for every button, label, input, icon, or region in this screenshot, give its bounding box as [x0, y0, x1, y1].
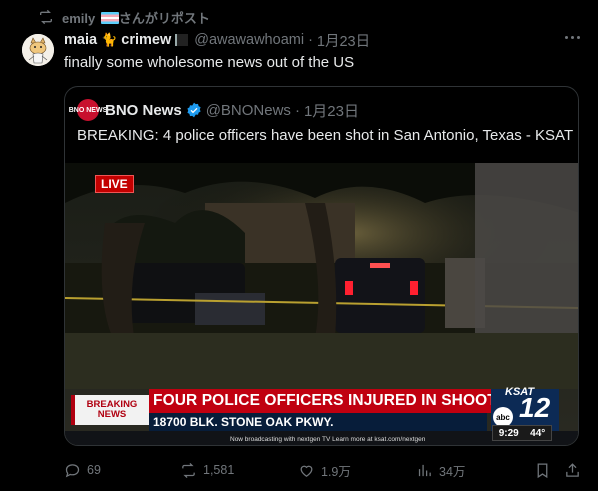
broadcast-time: 9:29 — [498, 427, 519, 439]
quote-header: BNO NEWS BNO News @BNONews · 1月23日 — [69, 99, 359, 121]
quote-tweet-card[interactable]: BNO NEWS BNO News @BNONews · 1月23日 BREAK… — [64, 86, 579, 446]
quote-separator: · — [294, 101, 300, 119]
display-name[interactable]: maia — [64, 32, 97, 48]
display-name-rest[interactable]: crimew — [121, 32, 171, 48]
cat-emoji: 🐈 — [101, 32, 118, 47]
like-button[interactable]: 1.9万 — [298, 460, 351, 480]
repost-button[interactable]: 1,581 — [180, 460, 234, 480]
quote-display-name[interactable]: BNO News — [105, 102, 182, 119]
repost-icon — [182, 462, 195, 478]
bookmark-icon — [537, 462, 548, 478]
avatar[interactable] — [22, 34, 54, 66]
broadcast-temp: 44° — [530, 427, 546, 439]
view-count: 34万 — [439, 464, 466, 479]
news-video-thumbnail[interactable]: LIVE BREAKING NEWS FOUR POLICE OFFICERS … — [65, 163, 578, 445]
repost-suffix: さんがリポスト — [118, 10, 210, 26]
handle[interactable]: @awawawhoami — [194, 32, 304, 48]
share-button[interactable] — [564, 460, 581, 480]
live-badge: LIVE — [95, 175, 134, 193]
network-logo: abc — [493, 407, 513, 427]
repost-count: 1,581 — [203, 463, 235, 477]
quote-handle[interactable]: @BNONews — [206, 102, 291, 119]
quote-date[interactable]: 1月23日 — [304, 100, 359, 121]
quote-text: BREAKING: 4 police officers have been sh… — [77, 127, 574, 144]
verified-badge-icon — [187, 102, 201, 118]
separator: · — [308, 32, 313, 48]
news-chyron: BREAKING NEWS FOUR POLICE OFFICERS INJUR… — [65, 386, 578, 431]
tweet-header: maia 🐈 crimew @awawawhoami · 1月23日 — [64, 30, 578, 50]
bookmark-button[interactable] — [534, 460, 551, 480]
time-temp-box: 9:29 44° — [492, 425, 552, 441]
repost-user[interactable]: emily — [62, 11, 95, 26]
quote-avatar[interactable]: BNO NEWS — [69, 99, 107, 121]
like-count: 1.9万 — [321, 464, 351, 479]
tweet-text: finally some wholesome news out of the U… — [64, 54, 355, 71]
tweet-date[interactable]: 1月23日 — [317, 30, 370, 51]
repost-indicator[interactable]: emily さんがリポスト — [38, 8, 210, 26]
reply-count: 69 — [87, 463, 101, 477]
chyron-subline: 18700 BLK. STONE OAK PKWY. — [149, 413, 487, 431]
chyron-headline: FOUR POLICE OFFICERS INJURED IN SHOOTING — [149, 389, 525, 413]
views-button[interactable]: 34万 — [416, 460, 465, 480]
views-icon — [418, 464, 431, 476]
more-options-icon[interactable] — [565, 36, 580, 39]
reply-button[interactable]: 69 — [64, 460, 101, 480]
flag-icon — [175, 34, 189, 46]
share-icon — [566, 462, 579, 477]
reply-icon — [65, 463, 80, 477]
trans-flag-icon — [100, 11, 119, 24]
breaking-news-label: BREAKING NEWS — [71, 395, 149, 425]
station-big: 12 — [519, 392, 551, 423]
heart-icon — [300, 465, 313, 477]
repost-icon — [40, 9, 52, 25]
cat-avatar-icon — [22, 34, 54, 66]
action-bar: 69 1,581 1.9万 34万 — [64, 460, 584, 480]
